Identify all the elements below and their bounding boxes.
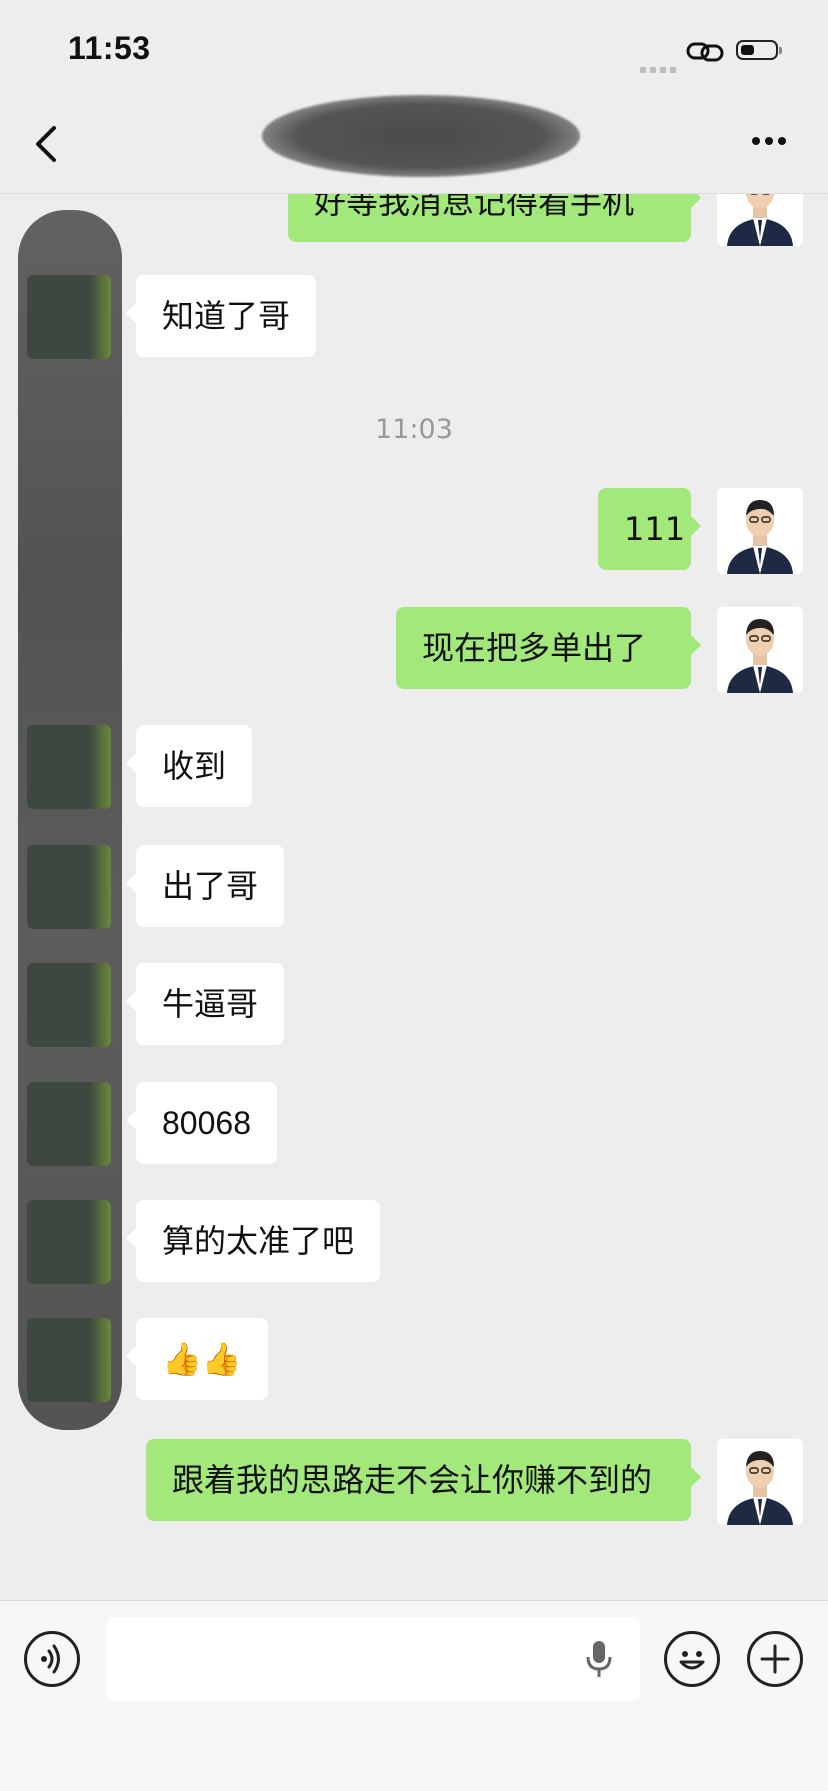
contact-avatar[interactable] bbox=[27, 845, 111, 929]
message-in: 知道了哥 bbox=[125, 275, 317, 357]
input-bar bbox=[0, 1600, 828, 1791]
message-bubble[interactable]: 出了哥 bbox=[125, 845, 285, 927]
message-bubble[interactable]: 知道了哥 bbox=[125, 275, 317, 357]
more-icon[interactable] bbox=[752, 130, 796, 154]
message-bubble[interactable]: 现在把多单出了 bbox=[396, 607, 701, 689]
message-in: 算的太准了吧 bbox=[125, 1200, 381, 1282]
user-avatar[interactable] bbox=[717, 1439, 803, 1525]
contact-avatar[interactable] bbox=[27, 1318, 111, 1402]
message-bubble[interactable]: 80068 bbox=[126, 1082, 277, 1164]
plus-icon[interactable] bbox=[747, 1631, 803, 1687]
message-in: 牛逼哥 bbox=[125, 963, 285, 1045]
voice-icon[interactable] bbox=[24, 1631, 80, 1687]
message-in: 出了哥 bbox=[125, 845, 285, 927]
message-in: 👍👍 bbox=[126, 1318, 268, 1400]
emoji-icon[interactable] bbox=[664, 1631, 720, 1687]
user-avatar[interactable] bbox=[717, 607, 803, 693]
message-bubble[interactable]: 跟着我的思路走不会让你赚不到的 bbox=[146, 1439, 701, 1521]
timestamp: 11:03 bbox=[375, 414, 453, 445]
message-bubble[interactable]: 👍👍 bbox=[126, 1318, 268, 1400]
message-bubble[interactable]: 收到 bbox=[125, 725, 253, 807]
message-out: 111 bbox=[598, 488, 701, 570]
status-time: 11:53 bbox=[68, 30, 151, 66]
microphone-icon[interactable] bbox=[584, 1637, 614, 1681]
back-icon[interactable] bbox=[30, 122, 64, 166]
contact-avatar[interactable] bbox=[27, 1200, 111, 1284]
message-out: 现在把多单出了 bbox=[396, 607, 701, 689]
message-out: 跟着我的思路走不会让你赚不到的 bbox=[146, 1439, 701, 1521]
signal-icon bbox=[640, 58, 680, 77]
message-input[interactable] bbox=[106, 1617, 640, 1701]
message-bubble[interactable]: 牛逼哥 bbox=[125, 963, 285, 1045]
contact-avatar[interactable] bbox=[27, 963, 111, 1047]
contact-avatar[interactable] bbox=[27, 1082, 111, 1166]
user-avatar[interactable] bbox=[717, 488, 803, 574]
contact-avatar[interactable] bbox=[27, 275, 111, 359]
top-bar: 11:53 bbox=[0, 0, 828, 194]
message-bubble[interactable]: 算的太准了吧 bbox=[125, 1200, 381, 1282]
message-bubble[interactable]: 111 bbox=[598, 488, 701, 570]
message-in: 80068 bbox=[126, 1082, 277, 1164]
contact-avatar[interactable] bbox=[27, 725, 111, 809]
chat-title-redacted bbox=[262, 95, 580, 177]
message-in: 收到 bbox=[125, 725, 253, 807]
link-icon bbox=[686, 42, 724, 62]
battery-icon bbox=[736, 40, 782, 60]
